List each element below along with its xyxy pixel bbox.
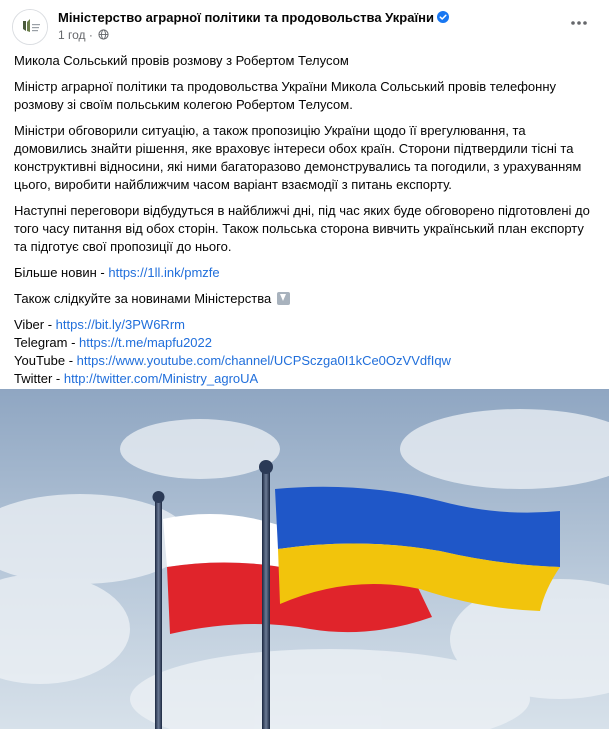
facebook-post: Міністерство аграрної політики та продов…: [0, 0, 609, 729]
social-link-viber: Viber - https://bit.ly/3PW6Rrm: [14, 316, 599, 334]
post-paragraph: Наступні переговори відбудуться в найбли…: [14, 203, 590, 254]
flagpole-right-finial: [259, 460, 273, 474]
social-link-telegram: Telegram - https://t.me/mapfu2022: [14, 334, 599, 352]
post-body: Микола Сольський провів розмову з Роберт…: [14, 52, 599, 388]
social-link-label: Telegram -: [14, 335, 80, 350]
page-name[interactable]: Міністерство аграрної політики та продов…: [58, 10, 449, 25]
verified-badge-icon: [436, 11, 449, 23]
down-arrow-emoji-icon: [276, 292, 290, 305]
page-avatar[interactable]: [12, 9, 48, 45]
post-meta: 1 год ·: [58, 28, 109, 42]
meta-separator: ·: [88, 28, 93, 42]
social-link-url[interactable]: https://t.me/mapfu2022: [79, 335, 212, 350]
social-links: Viber - https://bit.ly/3PW6Rrm Telegram …: [14, 316, 599, 388]
social-link-url[interactable]: https://www.youtube.com/channel/UCPSczga…: [77, 353, 451, 368]
post-title-line: Микола Сольський провів розмову з Роберт…: [14, 53, 349, 68]
post-paragraph: Міністри обговорили ситуацію, а також пр…: [14, 123, 582, 192]
social-link-youtube: YouTube - https://www.youtube.com/channe…: [14, 352, 599, 370]
globe-icon[interactable]: [98, 29, 109, 40]
social-link-twitter: Twitter - http://twitter.com/Ministry_ag…: [14, 370, 599, 388]
post-photo[interactable]: [0, 389, 609, 729]
post-time[interactable]: 1 год: [58, 28, 86, 42]
social-link-url[interactable]: http://twitter.com/Ministry_agroUA: [64, 371, 258, 386]
more-options-icon[interactable]: [569, 13, 589, 33]
social-link-label: Twitter -: [14, 371, 64, 386]
more-news-line: Більше новин - https://1ll.ink/pmzfe: [14, 264, 599, 282]
flags-photo: [0, 389, 609, 729]
follow-line: Також слідкуйте за новинами Міністерства: [14, 290, 599, 308]
social-link-url[interactable]: https://bit.ly/3PW6Rrm: [56, 317, 185, 332]
more-news-link[interactable]: https://1ll.ink/pmzfe: [108, 265, 219, 280]
page-name-text[interactable]: Міністерство аграрної політики та продов…: [58, 10, 434, 25]
flagpole-left-finial: [152, 491, 165, 503]
ministry-logo-icon: [13, 10, 47, 44]
post-paragraph: Міністр аграрної політики та продовольст…: [14, 79, 556, 112]
more-news-label: Більше новин -: [14, 265, 109, 280]
post-header: Міністерство аграрної політики та продов…: [0, 0, 609, 48]
social-link-label: YouTube -: [14, 353, 77, 368]
follow-text: Також слідкуйте за новинами Міністерства: [14, 291, 272, 306]
flagpole-left: [155, 499, 162, 729]
social-link-label: Viber -: [14, 317, 56, 332]
flagpole-right: [262, 469, 270, 729]
